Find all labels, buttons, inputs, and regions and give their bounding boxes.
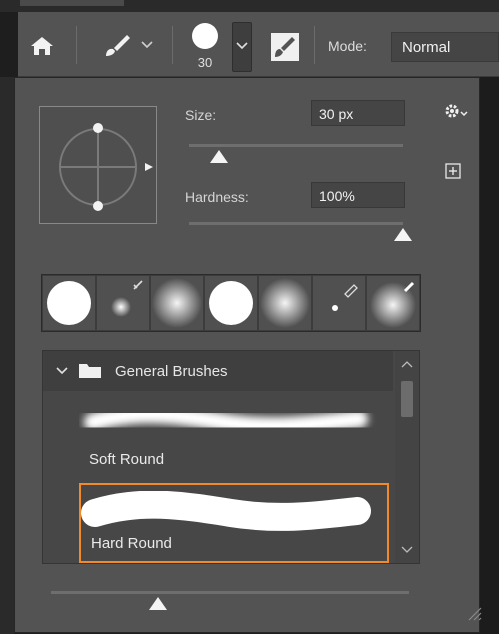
preview-size-slider-thumb[interactable] (149, 597, 168, 610)
separator (314, 26, 315, 64)
separator (76, 26, 77, 64)
recent-brush-soft-pencil[interactable] (367, 276, 419, 330)
size-slider-track[interactable] (189, 144, 403, 147)
brush-tip-angle-preview[interactable] (39, 106, 157, 224)
chevron-down-icon (56, 367, 68, 375)
options-bar: 30 Mode: Normal (18, 12, 499, 77)
brush-icon[interactable] (100, 32, 136, 60)
brush-group-label: General Brushes (115, 363, 228, 380)
recent-brush-soft-round[interactable] (151, 276, 203, 330)
chevron-down-icon[interactable] (140, 37, 154, 51)
recent-brush-soft-small[interactable] (97, 276, 149, 330)
size-input[interactable]: 30 px (311, 100, 405, 126)
brush-preset-picker-panel: Size: 30 px Hardness: 100% General Brush… (14, 77, 483, 633)
recent-brush-hard-round-2[interactable] (205, 276, 257, 330)
brush-name: Hard Round (91, 535, 172, 552)
hardness-input[interactable]: 100% (311, 182, 405, 208)
document-tab[interactable] (20, 0, 124, 6)
preview-size-slider-track[interactable] (51, 591, 409, 594)
panel-shadow (0, 77, 14, 634)
hardness-slider-track[interactable] (189, 222, 403, 225)
folder-icon (79, 364, 101, 378)
recent-brush-soft-round-2[interactable] (259, 276, 311, 330)
brush-item-soft-round[interactable]: Soft Round (79, 395, 389, 479)
canvas-edge (480, 12, 499, 634)
gear-menu-icon[interactable] (443, 102, 469, 122)
brush-name: Soft Round (89, 451, 165, 468)
blend-mode-select[interactable]: Normal (391, 32, 499, 62)
recent-brush-hard-tiny[interactable] (313, 276, 365, 330)
new-preset-icon[interactable] (445, 163, 461, 179)
brush-settings-icon[interactable] (270, 32, 300, 62)
brush-size-readout: 30 (197, 55, 213, 70)
recent-brushes-strip (41, 274, 421, 332)
chevron-up-icon (401, 361, 413, 368)
brush-preset-picker-button[interactable] (232, 22, 252, 72)
recent-brush-hard-round[interactable] (43, 276, 95, 330)
hardness-slider-thumb[interactable] (394, 228, 412, 241)
separator (172, 26, 173, 64)
resize-grip-icon[interactable] (463, 602, 483, 622)
home-icon[interactable] (28, 32, 56, 60)
brush-item-hard-round[interactable]: Hard Round (79, 483, 389, 563)
hardness-label: Hardness: (185, 189, 249, 205)
size-label: Size: (185, 107, 217, 123)
brush-group-header[interactable]: General Brushes (43, 351, 393, 391)
brush-list-scrollbar[interactable] (395, 351, 419, 563)
scrollbar-thumb[interactable] (401, 381, 413, 417)
mode-label: Mode: (328, 38, 367, 54)
brush-preset-preview[interactable] (192, 23, 218, 49)
size-slider-thumb[interactable] (209, 150, 228, 163)
app-top-strip (0, 0, 499, 12)
brush-preset-list: General Brushes Soft Round Hard Round (42, 350, 420, 564)
chevron-down-icon (401, 546, 413, 553)
